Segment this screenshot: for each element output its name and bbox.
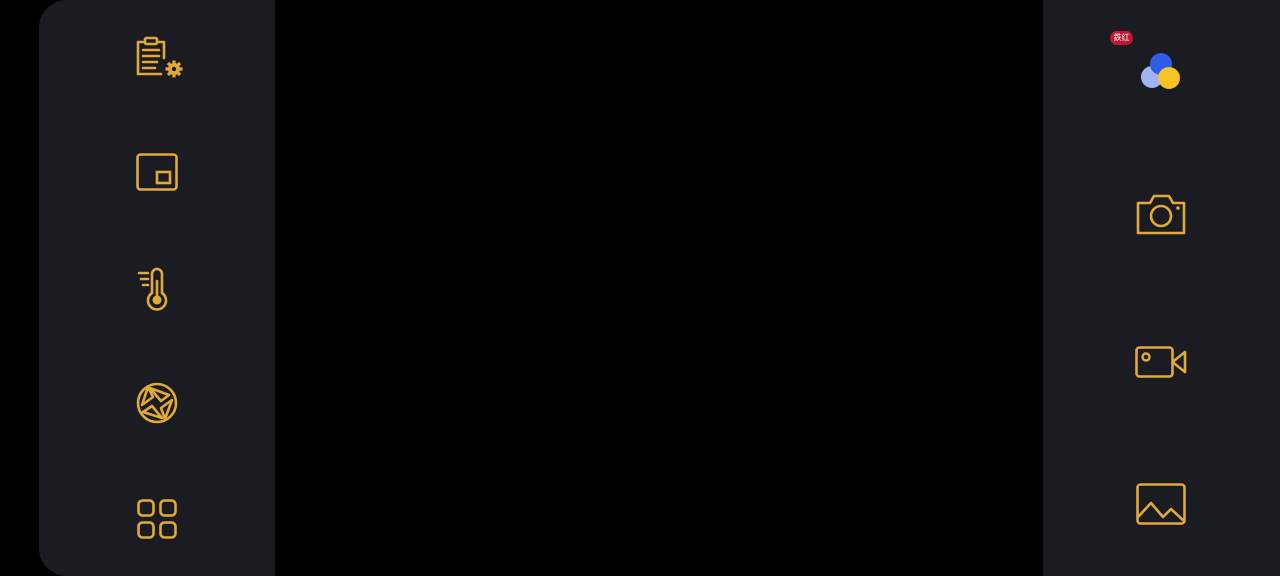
assistant-button[interactable] [1138,50,1184,94]
aperture-icon [136,382,178,424]
notification-badge: 鉄红 [1110,31,1133,45]
picture-in-picture-icon [136,153,178,191]
temperature-button[interactable] [136,267,172,311]
gallery-button[interactable] [1135,481,1187,527]
video-camera-icon [1135,346,1187,378]
video-mode-button[interactable] [1134,341,1188,381]
more-apps-button[interactable] [136,498,178,540]
camera-screen: 鉄红 [0,0,1280,576]
picture-in-picture-button[interactable] [135,151,179,193]
gallery-image-icon [1136,483,1186,525]
assistant-dots-icon [1141,53,1180,89]
report-settings-button[interactable] [131,34,183,80]
clipboard-settings-icon [136,36,183,78]
photo-mode-button[interactable] [1135,191,1187,237]
camera-viewfinder[interactable] [275,0,1043,576]
grid-apps-icon [137,499,177,539]
camera-icon [1136,194,1186,235]
aperture-button[interactable] [135,381,179,425]
thermometer-icon [137,267,168,311]
